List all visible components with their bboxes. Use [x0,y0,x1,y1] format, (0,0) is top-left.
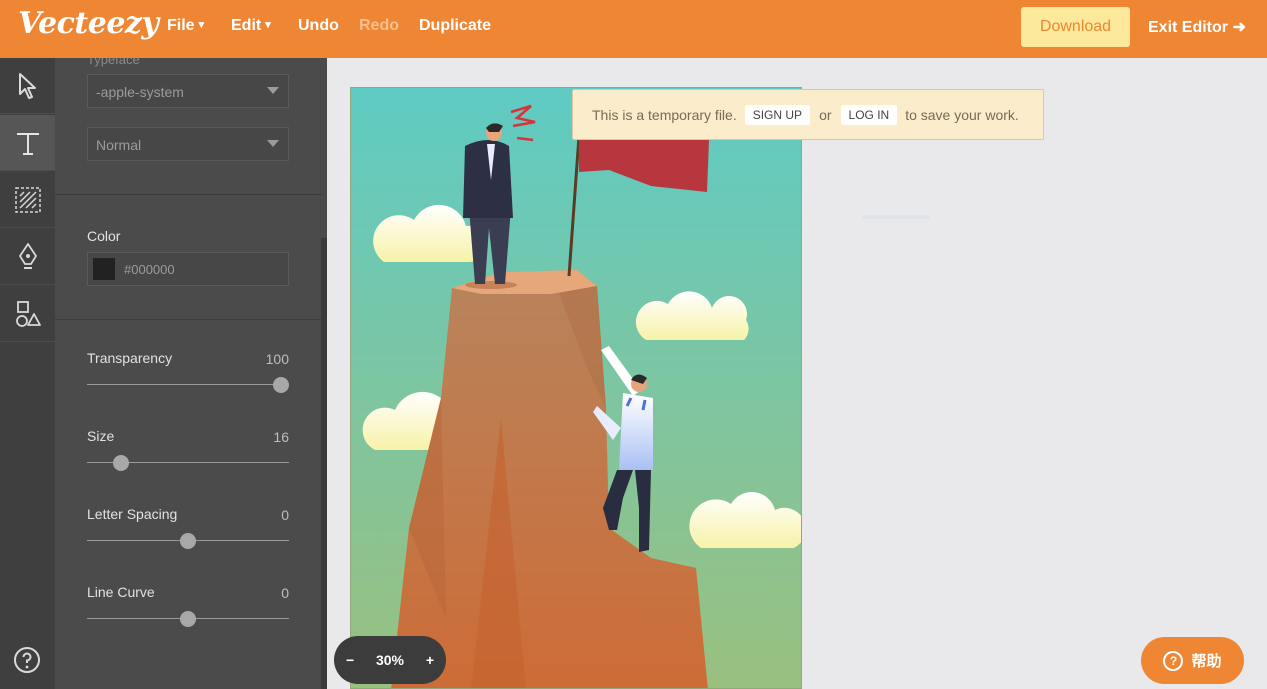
vecteezy-logo[interactable]: Vecteezy [18,6,159,41]
question-icon: ? [1163,650,1184,671]
line-curve-slider[interactable] [87,611,289,627]
banner-or: or [819,106,832,123]
hatch-icon [14,186,41,213]
temporary-file-banner: This is a temporary file. SIGN UP or LOG… [572,89,1044,140]
sign-up-button[interactable]: SIGN UP [744,104,811,125]
letter-spacing-label: Letter Spacing [87,506,178,522]
size-label: Size [87,428,115,444]
help-button[interactable]: ? 帮助 [1141,637,1244,684]
font-family-value: -apple-system [96,84,184,100]
help-label: 帮助 [1191,653,1222,670]
select-tool[interactable] [0,58,55,114]
slider-track [87,384,289,385]
shapes-tool[interactable] [0,286,55,342]
color-hex-value: #000000 [124,262,175,277]
canvas-mark [862,215,930,219]
chevron-down-icon: ▾ [265,19,271,31]
transparency-slider[interactable] [87,377,289,393]
slider-thumb[interactable] [180,611,196,627]
shapes-icon [15,300,41,327]
font-weight-select[interactable]: Normal [87,127,289,161]
size-value: 16 [273,429,289,445]
artboard[interactable] [350,87,802,689]
redo-button[interactable]: Redo [359,17,399,35]
color-label: Color [87,228,121,244]
zoom-level: 30% [375,652,405,668]
duplicate-button[interactable]: Duplicate [419,17,491,35]
divider [55,319,322,320]
top-bar: Vecteezy File ▾ Edit ▾ Undo Redo Duplicate… [0,0,1267,58]
pen-tool[interactable] [0,229,55,285]
tool-rail [0,58,55,689]
banner-text-before: This is a temporary file. [592,106,737,123]
transparency-label: Transparency [87,350,173,366]
edit-menu-label: Edit [231,17,262,34]
pattern-tool[interactable] [0,172,55,228]
chevron-down-icon: ▾ [198,19,205,31]
file-menu-label: File [167,17,195,34]
font-family-select[interactable]: -apple-system [87,74,289,108]
slider-thumb[interactable] [180,533,196,549]
properties-panel: Typeface -apple-system Normal Color #000… [55,58,327,689]
pen-nib-icon [18,242,37,269]
line-curve-label: Line Curve [87,584,155,600]
help-circle-icon[interactable] [13,646,41,674]
download-button[interactable]: Download [1021,7,1130,47]
line-curve-value: 0 [281,585,289,601]
size-slider[interactable] [87,455,289,471]
letter-spacing-value: 0 [281,507,289,523]
typeface-label: Typeface [87,58,140,67]
pointer-icon [18,72,36,99]
caret-down-icon [267,140,279,147]
text-icon [16,132,39,155]
caret-down-icon [267,87,279,94]
slider-thumb[interactable] [273,377,289,393]
zoom-in-button[interactable]: + [426,652,434,668]
color-input[interactable]: #000000 [87,252,289,286]
log-in-button[interactable]: LOG IN [840,104,898,125]
divider [55,194,322,195]
undo-button[interactable]: Undo [298,17,339,35]
text-tool[interactable] [0,115,55,171]
illustration [351,88,801,688]
color-swatch[interactable] [93,258,115,280]
zoom-control: − 30% + [334,636,446,684]
exit-editor-button[interactable]: Exit Editor ➜ [1148,17,1246,37]
banner-text-after: to save your work. [905,106,1019,123]
font-weight-value: Normal [96,137,142,153]
edit-menu[interactable]: Edit ▾ [231,17,271,35]
letter-spacing-slider[interactable] [87,533,289,549]
slider-thumb[interactable] [113,455,130,471]
transparency-value: 100 [265,351,289,367]
file-menu[interactable]: File ▾ [167,17,204,35]
zoom-out-button[interactable]: − [346,652,354,668]
